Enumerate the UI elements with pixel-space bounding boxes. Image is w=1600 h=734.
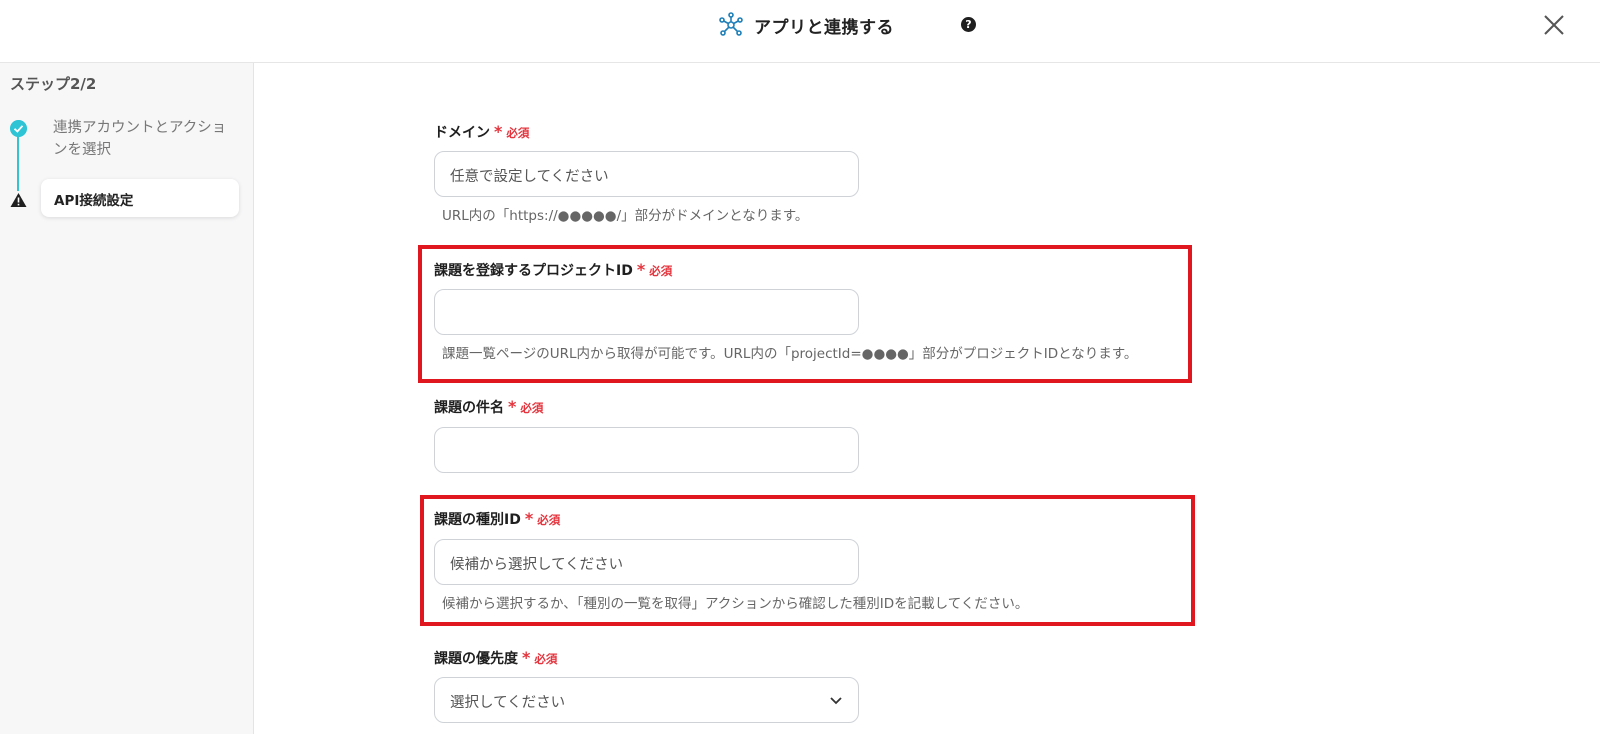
modal-header: アプリと連携する ? (0, 0, 1600, 63)
field-label-text: 課題の種別ID (434, 512, 521, 528)
question-circle-icon[interactable]: ? (961, 17, 976, 32)
subject-input[interactable] (434, 427, 859, 473)
modal-title-text: アプリと連携する (754, 17, 894, 38)
field-label-text: 課題を登録するプロジェクトID (434, 263, 633, 279)
required-star: * (522, 648, 531, 667)
check-circle-icon (10, 120, 27, 137)
sidebar-step-api-settings-label: API接続設定 (54, 193, 134, 209)
domain-hint: URL内の「https://●●●●●/」部分がドメインとなります。 (442, 208, 809, 224)
required-badge: 必須 (506, 126, 530, 140)
type-id-input-placeholder: 候補から選択してください (450, 557, 624, 573)
sidebar-step-select-account[interactable]: 連携アカウントとアクションを選択 (53, 117, 233, 161)
required-star: * (524, 509, 534, 528)
field-label-project-id: 課題を登録するプロジェクトID * 必須 (434, 260, 672, 280)
type-id-hint: 候補から選択するか、「種別の一覧を取得」アクションから確認した種別IDを記載して… (442, 596, 1029, 612)
field-label-text: 課題の件名 (434, 400, 504, 416)
step-sidebar: ステップ2/2 連携アカウントとアクションを選択 API接続設定 (0, 63, 254, 734)
sidebar-step-api-settings[interactable]: API接続設定 (41, 179, 239, 217)
priority-select-placeholder: 選択してください (450, 695, 566, 711)
warning-icon (10, 193, 27, 207)
required-badge: 必須 (534, 652, 558, 666)
field-label-text: 課題の優先度 (434, 651, 518, 667)
field-label-subject: 課題の件名 * 必須 (434, 397, 543, 417)
domain-input-placeholder: 任意で設定してください (450, 169, 609, 185)
step-connector (17, 135, 19, 191)
field-label-priority: 課題の優先度 * 必須 (434, 648, 557, 668)
step-counter: ステップ2/2 (10, 75, 97, 93)
domain-input[interactable]: 任意で設定してください (434, 151, 859, 197)
close-icon[interactable] (1541, 12, 1567, 38)
required-badge: 必須 (649, 264, 673, 278)
required-badge: 必須 (520, 401, 544, 415)
field-label-text: ドメイン (434, 125, 490, 141)
required-star: * (494, 122, 503, 141)
required-star: * (508, 397, 517, 416)
required-star: * (636, 260, 646, 279)
chevron-down-icon (830, 697, 842, 705)
required-badge: 必須 (537, 513, 561, 527)
project-id-input[interactable] (434, 289, 859, 335)
field-label-type-id: 課題の種別ID * 必須 (434, 509, 560, 529)
integration-icon (719, 12, 743, 36)
type-id-input[interactable]: 候補から選択してください (434, 539, 859, 585)
field-label-domain: ドメイン * 必須 (434, 122, 529, 142)
priority-select[interactable]: 選択してください (434, 677, 859, 723)
project-id-hint: 課題一覧ページのURL内から取得が可能です。URL内の「projectId=●●… (442, 346, 1138, 362)
modal-title: アプリと連携する (718, 10, 894, 40)
